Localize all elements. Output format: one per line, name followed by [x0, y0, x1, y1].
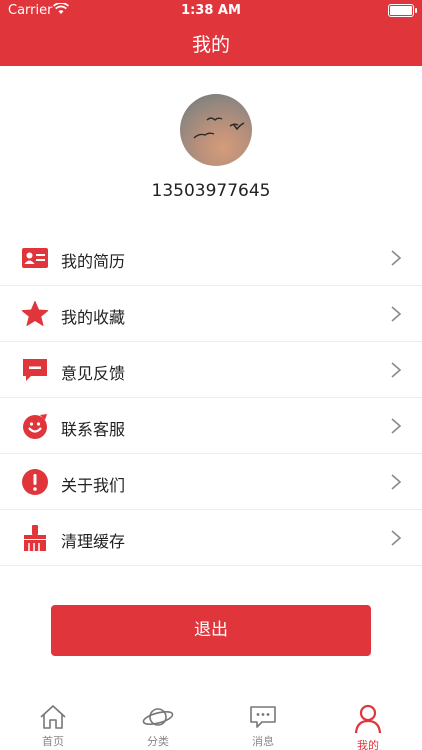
- chevron-right-icon: [391, 530, 402, 546]
- message-icon: [250, 706, 276, 728]
- feedback-icon: [23, 359, 47, 381]
- menu-item-label: 联系客服: [61, 420, 126, 439]
- home-icon: [40, 705, 66, 729]
- menu-item-resume[interactable]: 我的简历: [0, 230, 422, 286]
- tab-category[interactable]: 分类: [128, 704, 188, 749]
- menu-item-about[interactable]: 关于我们: [0, 454, 422, 510]
- menu-item-label: 意见反馈: [61, 364, 126, 383]
- chevron-right-icon: [391, 474, 402, 490]
- menu-item-favorites[interactable]: 我的收藏: [0, 286, 422, 342]
- tab-label: 我的: [357, 739, 379, 750]
- info-icon: [22, 469, 48, 495]
- tab-mine[interactable]: 我的: [338, 704, 398, 750]
- logout-button[interactable]: 退出: [51, 605, 371, 656]
- tab-messages[interactable]: 消息: [233, 704, 293, 749]
- resume-icon: [22, 248, 48, 268]
- person-icon: [354, 704, 382, 734]
- top-bar: Carrier 1:38 AM 我的: [0, 0, 422, 66]
- avatar-image: [193, 117, 245, 139]
- clean-cache-icon: [24, 525, 46, 551]
- tab-label: 分类: [147, 735, 169, 748]
- menu-item-label: 清理缓存: [61, 532, 126, 551]
- menu-item-label: 我的收藏: [61, 308, 126, 327]
- status-bar: Carrier 1:38 AM: [0, 0, 422, 22]
- tab-home[interactable]: 首页: [23, 704, 83, 749]
- settings-menu: 我的简历 我的收藏 意见反馈 联系客服 关于我们 清理缓存: [0, 230, 422, 566]
- phone-number: 13503977645: [151, 181, 271, 201]
- battery-tip: [415, 8, 417, 13]
- planet-icon: [142, 708, 174, 726]
- avatar[interactable]: [180, 94, 252, 166]
- tab-label: 首页: [42, 735, 64, 748]
- star-icon: [21, 301, 49, 326]
- menu-item-label: 关于我们: [61, 476, 126, 495]
- customer-service-icon: [23, 414, 47, 439]
- chevron-right-icon: [391, 418, 402, 434]
- page-title: 我的: [191, 34, 230, 56]
- chevron-right-icon: [391, 250, 402, 266]
- chevron-right-icon: [391, 362, 402, 378]
- battery-icon: [388, 4, 414, 17]
- tab-bar: 首页 分类 消息 我的: [0, 700, 422, 750]
- chevron-right-icon: [391, 306, 402, 322]
- menu-item-label: 我的简历: [61, 252, 126, 271]
- menu-item-clear-cache[interactable]: 清理缓存: [0, 510, 422, 566]
- status-time: 1:38 AM: [181, 3, 241, 18]
- tab-label: 消息: [252, 735, 274, 748]
- menu-item-customer-service[interactable]: 联系客服: [0, 398, 422, 454]
- menu-item-feedback[interactable]: 意见反馈: [0, 342, 422, 398]
